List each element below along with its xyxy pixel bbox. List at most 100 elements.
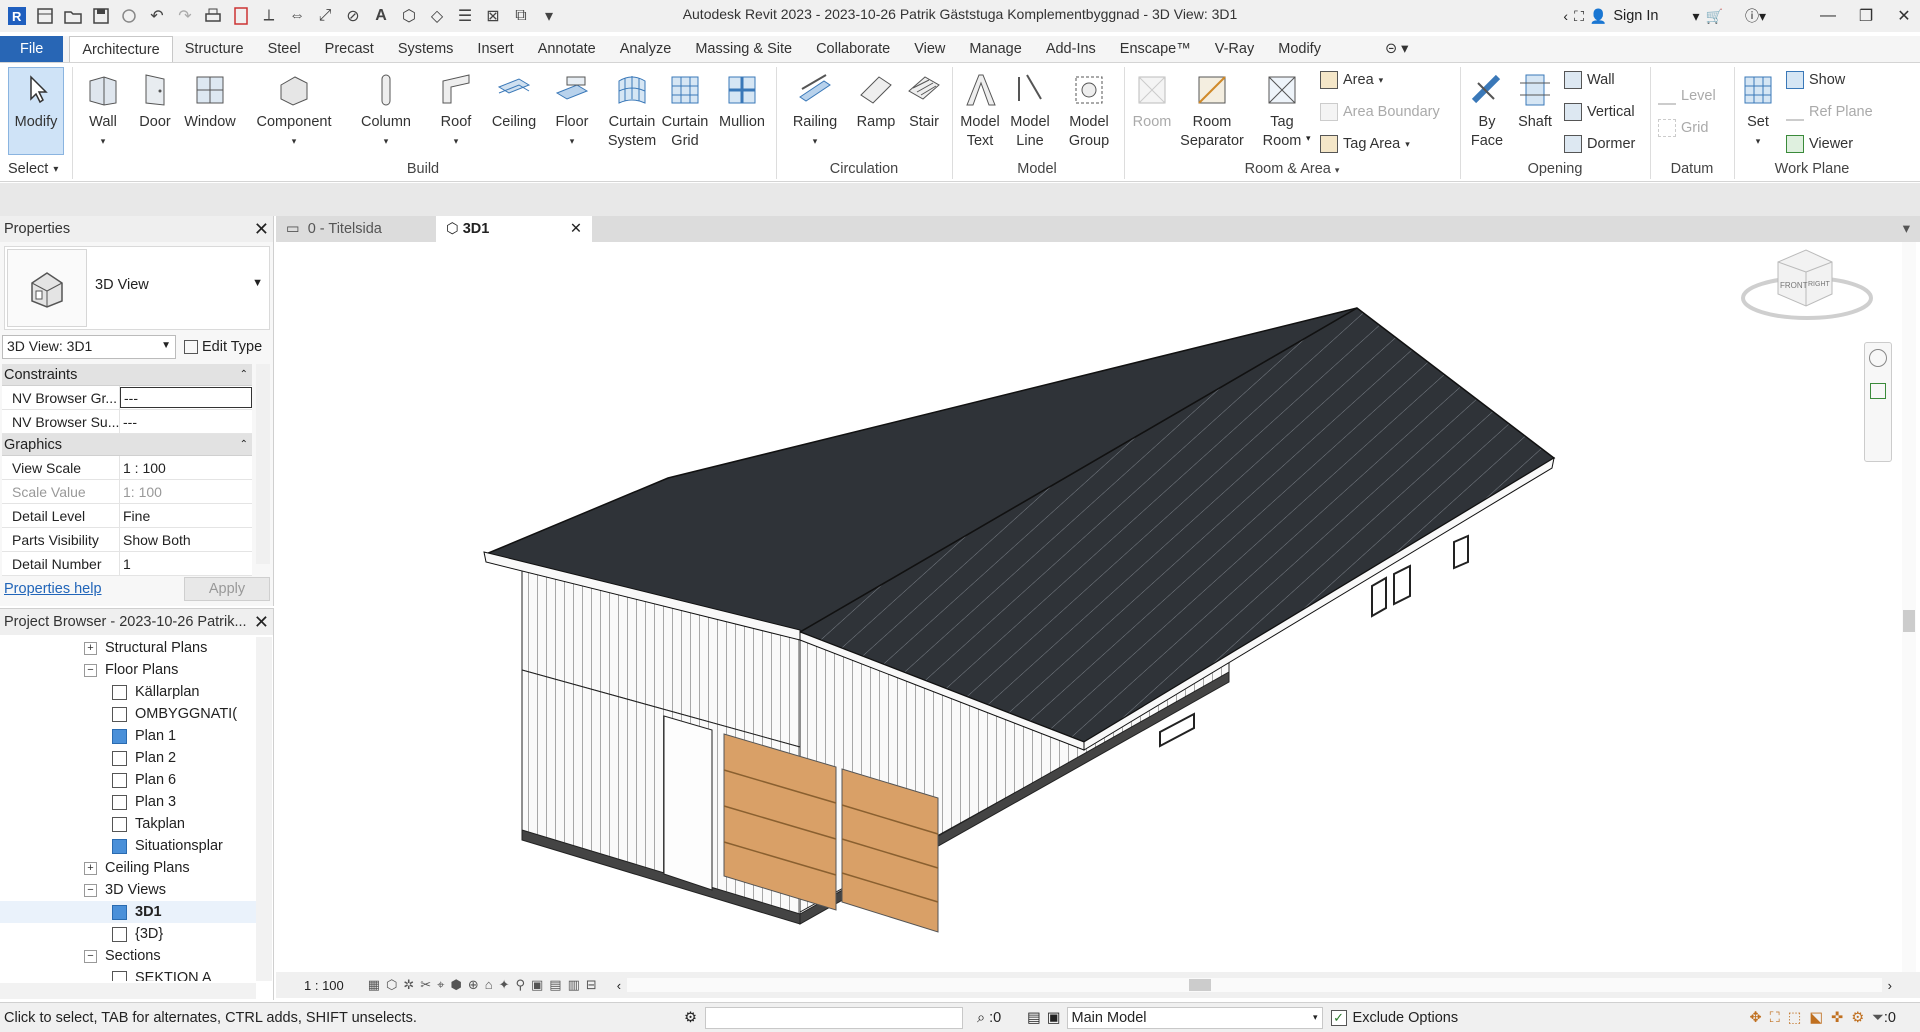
instance-selector[interactable]: 3D View: 3D1 ▼ [2,335,176,359]
close-icon[interactable]: ✕ [254,219,269,240]
browser-view-item[interactable]: SEKTION A [0,967,256,981]
view-scale[interactable]: 1 : 100 [304,978,344,993]
worksets-icon[interactable]: ⚙ [684,1010,697,1026]
tab-titelsida[interactable]: ▭ 0 - Titelsida [276,216,436,242]
apply-button[interactable]: Apply [184,577,270,601]
tab-3d1[interactable]: ⬡ 3D1 ✕ [436,216,592,242]
design-options-icon[interactable]: ▤ [1027,1010,1041,1026]
modify-button[interactable]: Modify [8,69,64,132]
browser-view-item[interactable]: Källarplan [0,681,256,703]
level-button[interactable]: Level [1658,87,1716,105]
floor-button[interactable]: Floor ▾ [548,69,596,151]
customize-qat-icon[interactable]: ▾ [536,3,562,29]
expand-icon[interactable]: + [84,641,97,655]
tag-room-button[interactable]: Tag Room [1256,69,1308,151]
browser-view-item[interactable]: Plan 3 [0,791,256,813]
tag-area-button[interactable]: Tag Area ▾ [1320,135,1410,153]
collapse-icon[interactable]: − [84,663,97,677]
filter-icon[interactable]: ⏷ [1872,1010,1884,1026]
room-separator-button[interactable]: Room Separator [1176,69,1248,151]
tab-systems[interactable]: Systems [386,36,466,62]
browser-horizontal-scrollbar[interactable] [0,983,256,999]
curtain-system-button[interactable]: Curtain System [604,69,660,151]
save-icon[interactable] [88,3,114,29]
browser-view-item[interactable]: Plan 1 [0,725,256,747]
tab-insert[interactable]: Insert [465,36,525,62]
wall-button[interactable]: Wall ▾ [78,69,128,151]
house-model[interactable] [483,307,1556,933]
canvas-horizontal-scrollbar[interactable] [627,978,1882,992]
model-text-button[interactable]: Model Text [956,69,1004,151]
ceiling-button[interactable]: Ceiling [486,69,542,132]
pdf-icon[interactable] [228,3,254,29]
tab-file[interactable]: File [0,36,64,62]
tab-manage[interactable]: Manage [957,36,1033,62]
collapse-icon[interactable]: − [84,883,97,897]
thin-lines-icon[interactable]: ☰ [452,3,478,29]
align-icon[interactable]: ⇔ [284,3,310,29]
property-row[interactable]: NV Browser Gr... --- [2,386,252,410]
viewer-button[interactable]: Viewer [1786,135,1853,153]
tab-view[interactable]: View [902,36,957,62]
property-row[interactable]: View Scale 1 : 100 [2,456,252,480]
cart-icon[interactable]: 🛒 [1706,8,1723,25]
tag-icon[interactable]: ⊘ [340,3,366,29]
sync-icon[interactable] [116,3,142,29]
chevron-down-icon[interactable]: ▼ [252,277,263,289]
group-header[interactable]: Constraints ⌃ [2,364,252,386]
sign-in-link[interactable]: Sign In [1613,8,1658,24]
measure-icon[interactable]: ⟂ [256,3,282,29]
undo-icon[interactable]: ↶ [144,3,170,29]
open-icon[interactable] [60,3,86,29]
expand-icon[interactable]: + [84,861,97,875]
3d-model-view[interactable]: FRONT RIGHT [276,242,1920,972]
binoculars-icon[interactable]: ⛶ [1574,8,1584,25]
ref-plane-button[interactable]: Ref Plane [1786,103,1873,121]
3d-view-icon[interactable]: ⬡ [396,3,422,29]
tab-add-ins[interactable]: Add-Ins [1034,36,1108,62]
tab-vray[interactable]: V-Ray [1203,36,1267,62]
tab-annotate[interactable]: Annotate [526,36,608,62]
browser-vertical-scrollbar[interactable] [256,637,272,981]
switch-windows-icon[interactable]: ⧉ [508,3,534,29]
collapse-icon[interactable]: − [84,949,97,963]
browser-view-item[interactable]: 3D1 [0,901,256,923]
active-option-icon[interactable]: ▣ [1047,1010,1061,1026]
editing-requests-icon[interactable]: ⌕ [977,1010,985,1026]
show-work-plane-button[interactable]: Show [1786,71,1845,89]
property-row[interactable]: NV Browser Su... --- [2,410,252,434]
browser-view-item[interactable]: Plan 6 [0,769,256,791]
text-icon[interactable]: A [368,3,394,29]
print-icon[interactable] [200,3,226,29]
drawing-canvas[interactable]: FRONT RIGHT [276,242,1920,972]
chevron-left-icon[interactable]: ‹ [1563,8,1568,24]
browser-category[interactable]: + Structural Plans [0,637,256,659]
area-boundary-button[interactable]: Area Boundary [1320,103,1440,121]
tab-architecture[interactable]: Architecture [69,36,173,62]
chevron-left-icon[interactable]: ‹ [617,978,621,993]
selection-mode-icons[interactable]: ✥⛶⬚⬕✜⚙ [1749,1010,1872,1026]
redo-icon[interactable]: ↷ [172,3,198,29]
close-icon[interactable]: ✕ [570,221,582,237]
group-header[interactable]: Graphics ⌃ [2,434,252,456]
edit-type-button[interactable]: Edit Type [184,339,262,355]
browser-view-item[interactable]: Situationsplar [0,835,256,857]
ramp-button[interactable]: Ramp [852,69,900,132]
window-button[interactable]: Window [180,69,240,132]
tab-massing-site[interactable]: Massing & Site [683,36,804,62]
canvas-vertical-scrollbar[interactable] [1902,242,1916,972]
tab-collaborate[interactable]: Collaborate [804,36,902,62]
browser-category[interactable]: −3D Views [0,879,256,901]
properties-scrollbar[interactable] [256,364,270,564]
door-button[interactable]: Door [134,69,176,132]
set-work-plane-button[interactable]: Set ▾ [1736,69,1780,151]
tab-menu-icon[interactable]: ▾ [1893,216,1920,242]
home-icon[interactable] [32,3,58,29]
viewcube-right-label[interactable]: RIGHT [1808,281,1831,288]
dropdown-icon[interactable]: ▾ [1693,8,1700,25]
mullion-button[interactable]: Mullion [712,69,772,132]
view-control-icons[interactable]: ▦⬡✲✂⌖⬢⊕⌂✦⚲▣▤▥⊟ [368,977,603,993]
wall-opening-button[interactable]: Wall [1564,71,1615,89]
model-line-button[interactable]: Model Line [1006,69,1054,151]
railing-button[interactable]: Railing ▾ [784,69,846,151]
